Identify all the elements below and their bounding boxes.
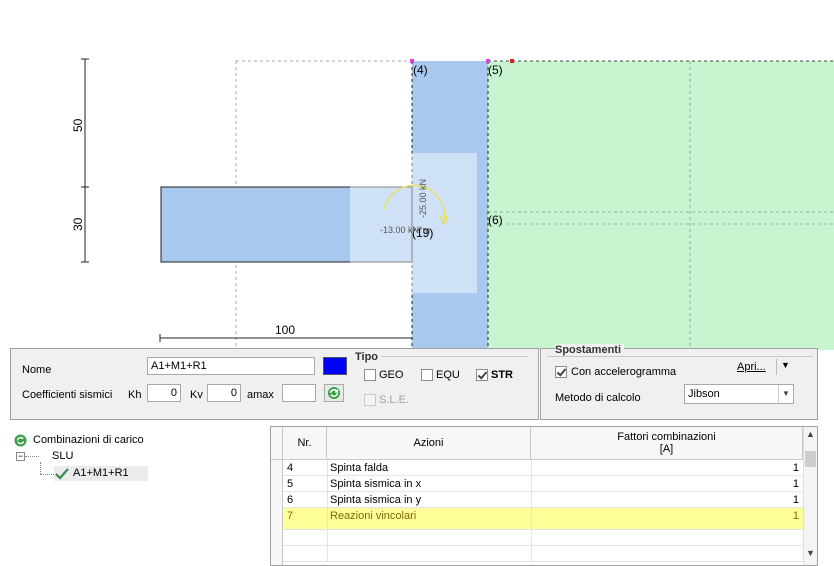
sle-checkbox[interactable] xyxy=(364,394,376,406)
cell-fattore[interactable]: 1 xyxy=(533,476,799,492)
accelerogramma-label: Con accelerogramma xyxy=(571,366,677,378)
soil-region xyxy=(488,61,834,350)
force-moment-label: -13.00 kN*m xyxy=(380,225,430,235)
empty-row[interactable] xyxy=(283,530,803,546)
sle-label: S.L.E. xyxy=(379,394,409,406)
scroll-down-icon[interactable]: ▼ xyxy=(806,548,815,558)
metodo-value: Jibson xyxy=(688,388,720,400)
checkmark-icon xyxy=(55,468,69,480)
refresh-icon xyxy=(328,387,340,399)
grid-row-header-corner xyxy=(271,427,283,460)
combination-properties-panel: Nome A1+M1+R1 Coefficienti sismici Kh 0 … xyxy=(10,348,539,420)
coeff-sismici-label: Coefficienti sismici xyxy=(22,389,113,401)
accelerogramma-checkbox[interactable] xyxy=(555,366,567,378)
cell-fattore[interactable]: 1 xyxy=(533,460,799,476)
force-vertical-label: -25.00 kN xyxy=(418,179,428,218)
col-header-azioni-label: Azioni xyxy=(413,437,444,449)
apri-dropdown-icon[interactable]: ▼ xyxy=(781,360,790,370)
kv-input[interactable]: 0 xyxy=(207,384,241,402)
empty-row[interactable] xyxy=(283,546,803,562)
refresh-icon xyxy=(14,434,27,447)
cell-nr: 4 xyxy=(287,462,294,474)
scroll-up-icon[interactable]: ▲ xyxy=(806,429,815,439)
selection-overlay xyxy=(350,153,477,293)
col-header-azioni[interactable]: Azioni xyxy=(327,427,531,460)
table-row[interactable]: 6 Spinta sismica in y 1 xyxy=(283,492,803,508)
color-swatch-button[interactable] xyxy=(323,357,347,375)
amax-label: amax xyxy=(247,389,274,401)
table-row[interactable]: 7 Reazioni vincolari 1 xyxy=(283,508,803,530)
equ-label: EQU xyxy=(436,369,460,381)
col-header-fattori-label: Fattori combinazioni xyxy=(617,431,716,443)
dim-30-label: 30 xyxy=(71,217,85,231)
cell-azione: Spinta falda xyxy=(330,462,389,474)
kv-label: Kv xyxy=(190,389,203,401)
amax-input[interactable] xyxy=(282,384,316,402)
str-checkbox[interactable] xyxy=(476,369,488,381)
drawing-canvas[interactable]: 50 30 100 (4) (5) (6) (19) -13.00 kN*m -… xyxy=(0,0,834,350)
spostamenti-title: Spostamenti xyxy=(555,344,625,356)
metodo-select[interactable]: Jibson ▼ xyxy=(684,384,794,404)
dim-50-label: 50 xyxy=(71,118,85,132)
kh-input[interactable]: 0 xyxy=(147,384,181,402)
node-5-label: (5) xyxy=(488,63,503,77)
actions-grid: Nr. Azioni Fattori combinazioni [A] 4 Spi… xyxy=(270,426,818,566)
col-header-nr-label: Nr. xyxy=(297,437,312,449)
nome-input[interactable]: A1+M1+R1 xyxy=(147,357,315,375)
col-header-fattori[interactable]: Fattori combinazioni [A] xyxy=(531,427,803,460)
cell-nr: 5 xyxy=(287,478,294,490)
node-6-label: (6) xyxy=(488,213,503,227)
tipo-title: Tipo xyxy=(355,351,382,363)
apri-button[interactable]: Apri... xyxy=(737,361,766,373)
cell-nr: 7 xyxy=(287,510,294,522)
cell-azione: Spinta sismica in x xyxy=(330,478,422,490)
geo-checkbox[interactable] xyxy=(364,369,376,381)
table-row[interactable]: 5 Spinta sismica in x 1 xyxy=(283,476,803,492)
cell-fattore[interactable]: 1 xyxy=(533,492,799,508)
col-header-nr[interactable]: Nr. xyxy=(283,427,327,460)
str-label: STR xyxy=(491,369,513,381)
cell-nr: 6 xyxy=(287,494,294,506)
scrollbar-thumb[interactable] xyxy=(805,451,816,467)
col-header-fattori-unit: [A] xyxy=(659,443,674,455)
spostamenti-panel: Spostamenti Con accelerogramma Apri... ▼… xyxy=(540,344,818,420)
nome-label: Nome xyxy=(22,364,52,376)
equ-checkbox[interactable] xyxy=(421,369,433,381)
kh-label: Kh xyxy=(128,389,142,401)
chevron-down-icon: ▼ xyxy=(778,385,793,403)
combinations-tree: Combinazioni di carico − SLU A1+M1+R1 xyxy=(10,430,261,566)
grid-scrollbar[interactable]: ▲ ▼ xyxy=(803,427,817,565)
cell-azione: Spinta sismica in y xyxy=(330,494,422,506)
tree-root-label: Combinazioni di carico xyxy=(33,434,144,446)
collapse-icon[interactable]: − xyxy=(16,452,25,461)
dim-100-label: 100 xyxy=(275,323,295,337)
metodo-label: Metodo di calcolo xyxy=(555,392,641,404)
tree-item-a1m1r1[interactable]: A1+M1+R1 xyxy=(54,466,148,481)
tree-slu-node[interactable]: SLU xyxy=(52,450,73,462)
tree-item-label: A1+M1+R1 xyxy=(73,467,129,479)
node-4-label: (4) xyxy=(413,63,428,77)
table-row[interactable]: 4 Spinta falda 1 xyxy=(283,460,803,476)
refresh-button[interactable] xyxy=(324,384,344,402)
cell-fattore[interactable]: 1 xyxy=(533,508,799,524)
geo-label: GEO xyxy=(379,369,404,381)
cell-azione: Reazioni vincolari xyxy=(330,510,417,522)
